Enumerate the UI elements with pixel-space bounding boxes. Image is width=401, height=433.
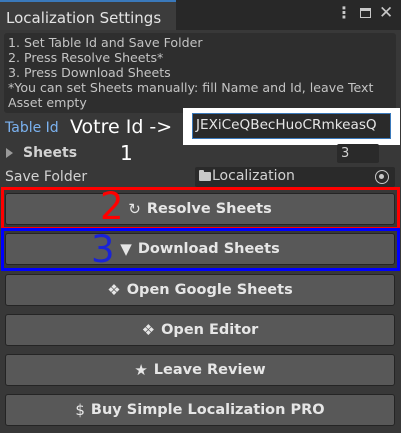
help-line: 3. Press Download Sheets [8, 65, 171, 80]
diamond-icon: ❖ [107, 281, 121, 299]
window-tab-bar: Localization Settings ⋮ ✕ [0, 0, 401, 30]
window-title: Localization Settings [6, 9, 162, 27]
resolve-highlight-frame [1, 187, 400, 230]
step-3-annotation: 3 [91, 228, 115, 271]
leave-review-label: Leave Review [153, 362, 266, 378]
dollar-icon: $ [75, 401, 85, 419]
buy-pro-label: Buy Simple Localization PRO [90, 402, 325, 418]
table-id-label: Table Id [5, 120, 59, 136]
download-highlight-frame [1, 228, 400, 271]
step-2-annotation: 2 [100, 185, 124, 228]
leave-review-button[interactable]: ★ Leave Review [5, 354, 395, 386]
tab-localization-settings[interactable]: Localization Settings [0, 0, 176, 30]
star-icon: ★ [134, 361, 148, 379]
votre-id-annotation: Votre Id -> [70, 116, 173, 138]
help-box: 1. Set Table Id and Save Folder 2. Press… [4, 33, 396, 113]
help-line: 2. Press Resolve Sheets* [8, 50, 164, 65]
sheets-label[interactable]: Sheets [23, 145, 77, 161]
open-google-sheets-button[interactable]: ❖ Open Google Sheets [5, 274, 395, 306]
close-icon[interactable]: ✕ [379, 5, 393, 22]
folder-icon [199, 170, 211, 181]
save-folder-field[interactable]: Localization [195, 167, 395, 187]
sheets-count-field[interactable]: 3 [337, 144, 379, 163]
save-folder-value: Localization [212, 168, 295, 184]
help-line: 1. Set Table Id and Save Folder [8, 35, 203, 50]
table-id-highlight: JEXiCeQBecHuoCRmkeasQ [183, 108, 400, 145]
save-folder-label: Save Folder [5, 169, 88, 185]
open-editor-button[interactable]: ❖ Open Editor [5, 314, 395, 346]
maximize-icon[interactable] [360, 8, 371, 18]
table-id-input[interactable]: JEXiCeQBecHuoCRmkeasQ [192, 113, 391, 139]
buy-pro-button[interactable]: $ Buy Simple Localization PRO [5, 394, 395, 426]
open-google-sheets-label: Open Google Sheets [126, 282, 293, 298]
object-picker-icon[interactable] [375, 170, 389, 184]
diamond-icon: ❖ [141, 321, 156, 339]
foldout-arrow-icon[interactable] [6, 148, 13, 158]
help-line: *You can set Sheets manually: fill Name … [8, 80, 374, 95]
open-editor-label: Open Editor [161, 322, 259, 338]
kebab-menu-icon[interactable]: ⋮ [336, 5, 352, 21]
step-1-annotation: 1 [120, 141, 133, 165]
